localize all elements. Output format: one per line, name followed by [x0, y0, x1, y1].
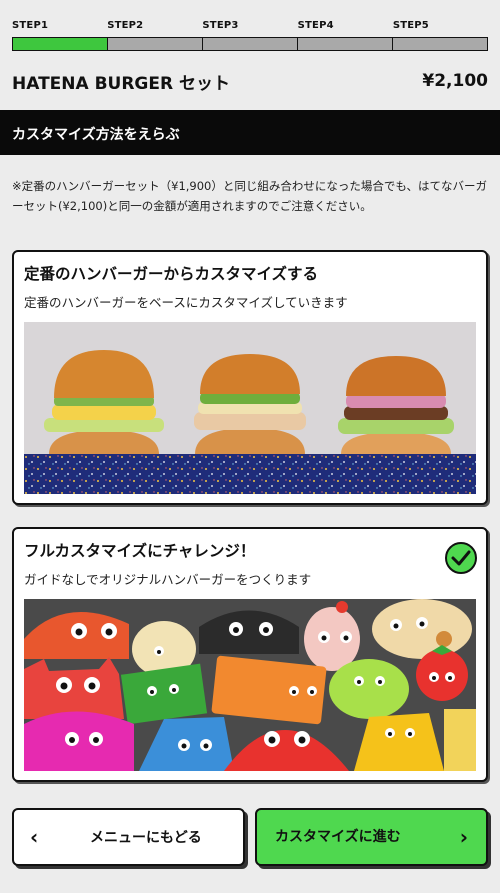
set-header: HATENA BURGER セット ¥2,100 — [12, 66, 488, 96]
chevron-left-icon: ‹ — [30, 825, 39, 849]
back-to-menu-button[interactable]: ‹ メニューにもどる — [12, 808, 245, 866]
back-button-label: メニューにもどる — [90, 830, 202, 846]
step-bar-3 — [203, 38, 298, 50]
step-labels: STEP1 STEP2 STEP3 STEP4 STEP5 — [12, 20, 488, 35]
section-heading: カスタマイズ方法をえらぶ — [0, 110, 500, 155]
step-label-1: STEP1 — [12, 20, 49, 31]
step-label-5: STEP5 — [392, 20, 429, 31]
proceed-customize-button[interactable]: カスタマイズに進む › — [255, 808, 488, 866]
option-title: 定番のハンバーガーからカスタマイズする — [24, 265, 319, 283]
option-description: 定番のハンバーガーをベースにカスタマイズしていきます — [24, 295, 348, 310]
option-description: ガイドなしでオリジナルハンバーガーをつくります — [24, 572, 312, 587]
step-bar-2 — [108, 38, 203, 50]
option-card-full-custom[interactable]: フルカスタマイズにチャレンジ！ ガイドなしでオリジナルハンバーガーをつくります — [12, 527, 488, 782]
step-label-3: STEP3 — [202, 20, 239, 31]
step-bar-5 — [393, 38, 487, 50]
ingredient-characters-illustration — [24, 599, 476, 771]
step-label-2: STEP2 — [107, 20, 144, 31]
option-card-standard[interactable]: 定番のハンバーガーからカスタマイズする 定番のハンバーガーをベースにカスタマイズ… — [12, 250, 488, 505]
set-title: HATENA BURGER セット — [12, 73, 231, 94]
step-label-4: STEP4 — [297, 20, 334, 31]
step-bars — [12, 37, 488, 51]
next-button-label: カスタマイズに進む — [275, 829, 401, 845]
step-bar-4 — [298, 38, 393, 50]
chevron-right-icon: › — [459, 825, 468, 849]
step-bar-1 — [13, 38, 108, 50]
progress-stepper: STEP1 STEP2 STEP3 STEP4 STEP5 — [12, 20, 488, 52]
option-title: フルカスタマイズにチャレンジ！ — [24, 542, 256, 560]
bottom-action-bar: ‹ メニューにもどる カスタマイズに進む › — [0, 788, 500, 893]
price-note: ※定番のハンバーガーセット（¥1,900）と同じ組み合わせになった場合でも、はて… — [12, 179, 488, 213]
set-price: ¥2,100 — [422, 71, 488, 91]
check-circle-icon — [445, 542, 477, 574]
three-burgers-photo — [24, 322, 476, 494]
